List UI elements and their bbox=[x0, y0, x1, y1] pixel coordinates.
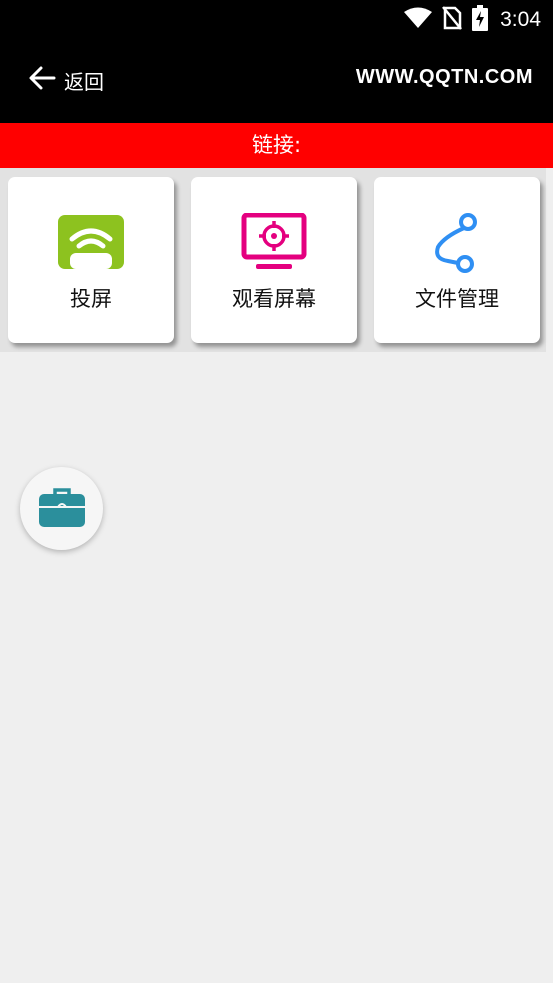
battery-charging-icon bbox=[472, 5, 489, 35]
back-button[interactable]: 返回 bbox=[28, 60, 104, 100]
back-label: 返回 bbox=[64, 69, 104, 94]
watch-screen-card[interactable]: 观看屏幕 bbox=[191, 177, 357, 343]
status-icons: 3:04 bbox=[404, 0, 541, 40]
toolbox-icon bbox=[39, 488, 85, 527]
status-bar: 3:04 bbox=[0, 0, 553, 40]
arrow-left-icon bbox=[28, 65, 56, 95]
toolbox-button[interactable] bbox=[20, 467, 103, 550]
file-manage-card[interactable]: 文件管理 bbox=[374, 177, 540, 343]
cast-screen-icon bbox=[58, 213, 124, 273]
link-bar: 链接: bbox=[0, 123, 553, 168]
watch-screen-icon bbox=[241, 212, 307, 273]
card-label: 文件管理 bbox=[415, 287, 499, 311]
no-sim-icon bbox=[442, 6, 463, 34]
app-bar: 返回 WWW.QQTN.COM bbox=[0, 40, 553, 123]
card-label: 观看屏幕 bbox=[232, 287, 316, 311]
site-label: WWW.QQTN.COM bbox=[355, 66, 533, 88]
cast-screen-card[interactable]: 投屏 bbox=[8, 177, 174, 343]
feature-card-row: 投屏 观看屏幕 文件管理 bbox=[0, 168, 546, 352]
card-label: 投屏 bbox=[70, 287, 112, 311]
clock: 3:04 bbox=[500, 8, 541, 31]
wifi-icon bbox=[404, 7, 433, 33]
file-share-icon bbox=[424, 213, 490, 273]
